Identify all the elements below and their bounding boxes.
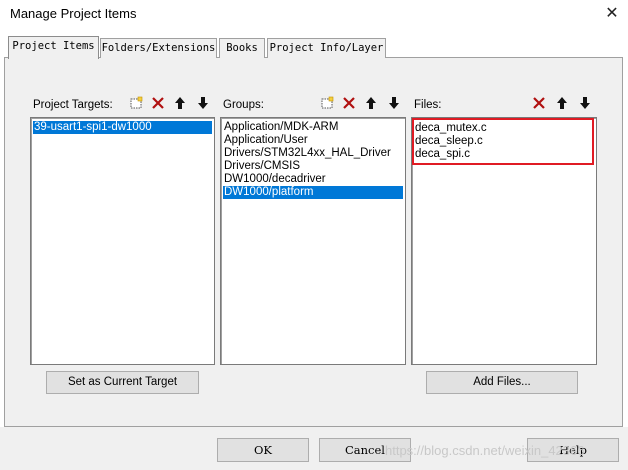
group-item[interactable]: DW1000/platform — [223, 186, 403, 199]
files-move-up-button[interactable] — [553, 96, 571, 114]
group-item[interactable]: DW1000/decadriver — [223, 173, 403, 186]
close-button[interactable]: ✕ — [602, 3, 622, 25]
group-item[interactable]: Drivers/STM32L4xx_HAL_Driver — [223, 147, 403, 160]
move-down-icon — [198, 97, 208, 109]
tab-project-items[interactable]: Project Items — [8, 36, 99, 59]
ok-button[interactable]: OK — [217, 438, 309, 462]
groups-delete-button[interactable] — [340, 96, 358, 114]
files-label: Files: — [414, 99, 442, 111]
add-files-button[interactable]: Add Files... — [426, 371, 578, 394]
window-title: Manage Project Items — [10, 6, 137, 21]
target-item[interactable]: 39-usart1-spi1-dw1000 — [33, 121, 212, 134]
set-as-current-target-button[interactable]: Set as Current Target — [46, 371, 199, 394]
targets-move-up-button[interactable] — [171, 96, 189, 114]
groups-move-up-button[interactable] — [362, 96, 380, 114]
tab-books[interactable]: Books — [219, 38, 265, 58]
tab-strip: Project Items Folders/Extensions Books P… — [0, 36, 628, 59]
tab-project-info-layer[interactable]: Project Info/Layer — [267, 38, 386, 58]
group-item[interactable]: Application/MDK-ARM — [223, 121, 403, 134]
groups-new-button[interactable] — [318, 96, 336, 114]
delete-icon — [533, 97, 545, 109]
move-down-icon — [389, 97, 399, 109]
groups-list[interactable]: Application/MDK-ARM Application/User Dri… — [220, 117, 406, 365]
targets-list[interactable]: 39-usart1-spi1-dw1000 — [30, 117, 215, 365]
files-delete-button[interactable] — [530, 96, 548, 114]
move-up-icon — [366, 97, 376, 109]
files-move-down-button[interactable] — [576, 96, 594, 114]
delete-icon — [343, 97, 355, 109]
new-icon — [130, 96, 143, 109]
group-item[interactable]: Application/User — [223, 134, 403, 147]
targets-label: Project Targets: — [33, 99, 113, 111]
move-down-icon — [580, 97, 590, 109]
new-icon — [321, 96, 334, 109]
move-up-icon — [557, 97, 567, 109]
targets-delete-button[interactable] — [149, 96, 167, 114]
move-up-icon — [175, 97, 185, 109]
groups-label: Groups: — [223, 99, 264, 111]
groups-move-down-button[interactable] — [385, 96, 403, 114]
watermark: https://blog.csdn.net/weixin_42366 — [385, 443, 585, 458]
annotation-highlight-box — [412, 118, 594, 165]
targets-new-button[interactable] — [127, 96, 145, 114]
targets-move-down-button[interactable] — [194, 96, 212, 114]
group-item[interactable]: Drivers/CMSIS — [223, 160, 403, 173]
delete-icon — [152, 97, 164, 109]
tab-folders-extensions[interactable]: Folders/Extensions — [100, 38, 217, 58]
